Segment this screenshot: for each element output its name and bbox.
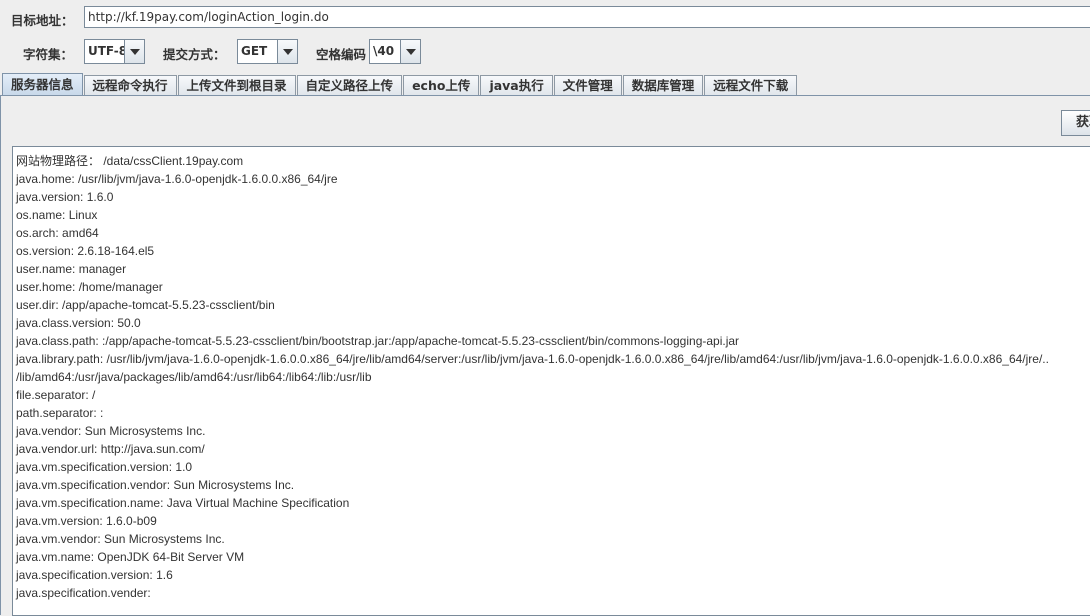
info-line: java.vendor: Sun Microsystems Inc.	[16, 424, 206, 438]
info-line: 网站物理路径： /data/cssClient.19pay.com	[16, 154, 244, 168]
tab-file-manager[interactable]: 文件管理	[553, 75, 622, 96]
method-select-value: GET	[241, 44, 268, 58]
info-line: user.dir: /app/apache-tomcat-5.5.23-cssc…	[16, 298, 275, 312]
chevron-down-icon[interactable]	[124, 40, 144, 63]
tab-database-manager[interactable]: 数据库管理	[622, 75, 704, 96]
info-line: java.vm.specification.vendor: Sun Micros…	[16, 478, 295, 492]
method-select[interactable]: GET	[237, 39, 298, 64]
info-line: path.separator: :	[16, 406, 104, 420]
space-encoding-select-value: \40	[373, 44, 395, 58]
get-info-button[interactable]: 获取	[1061, 110, 1090, 136]
charset-label: 字符集：	[23, 47, 74, 62]
tab-remote-command[interactable]: 远程命令执行	[83, 75, 177, 96]
info-line: java.vendor.url: http://java.sun.com/	[16, 442, 205, 456]
info-line: java.class.version: 50.0	[16, 316, 141, 330]
info-line: user.home: /home/manager	[16, 280, 163, 294]
info-line: os.version: 2.6.18-164.el5	[16, 244, 155, 258]
info-line: java.library.path: /usr/lib/jvm/java-1.6…	[16, 352, 1049, 366]
chevron-down-icon[interactable]	[400, 40, 420, 63]
info-line: java.vm.specification.version: 1.0	[16, 460, 193, 474]
tab-java-exec[interactable]: java执行	[480, 75, 553, 96]
chevron-down-icon[interactable]	[277, 40, 297, 63]
tab-upload-root[interactable]: 上传文件到根目录	[177, 75, 296, 96]
info-line: os.name: Linux	[16, 208, 98, 222]
info-line: java.vm.vendor: Sun Microsystems Inc.	[16, 532, 225, 546]
method-label: 提交方式：	[163, 47, 226, 62]
tab-echo-upload[interactable]: echo上传	[403, 75, 480, 96]
charset-select[interactable]: UTF-8	[84, 39, 145, 64]
info-line: java.vm.version: 1.6.0-b09	[16, 514, 157, 528]
url-input[interactable]	[84, 6, 1090, 28]
info-line: java.specification.vender:	[16, 586, 151, 600]
info-line: java.vm.name: OpenJDK 64-Bit Server VM	[16, 550, 245, 564]
info-line: os.arch: amd64	[16, 226, 99, 240]
info-line: java.specification.version: 1.6	[16, 568, 173, 582]
info-line: file.separator: /	[16, 388, 96, 402]
info-line: user.name: manager	[16, 262, 127, 276]
info-line: java.class.path: :/app/apache-tomcat-5.5…	[16, 334, 740, 348]
tab-custom-path-upload[interactable]: 自定义路径上传	[296, 75, 403, 96]
tab-server-info[interactable]: 服务器信息	[2, 73, 83, 96]
space-encoding-select[interactable]: \40	[369, 39, 421, 64]
info-line: java.vm.specification.name: Java Virtual…	[16, 496, 350, 510]
charset-select-value: UTF-8	[88, 44, 124, 58]
url-label: 目标地址：	[11, 13, 74, 28]
tab-remote-download[interactable]: 远程文件下载	[704, 75, 798, 96]
space-encoding-label: 空格编码	[316, 47, 367, 62]
info-line: /lib/amd64:/usr/java/packages/lib/amd64:…	[16, 370, 372, 384]
info-line: java.home: /usr/lib/jvm/java-1.6.0-openj…	[16, 172, 338, 186]
tab-bar: 服务器信息 远程命令执行 上传文件到根目录 自定义路径上传 echo上传 jav…	[2, 73, 798, 96]
info-line: java.version: 1.6.0	[16, 190, 114, 204]
server-info-text[interactable]: 网站物理路径： /data/cssClient.19pay.com java.h…	[12, 146, 1090, 616]
